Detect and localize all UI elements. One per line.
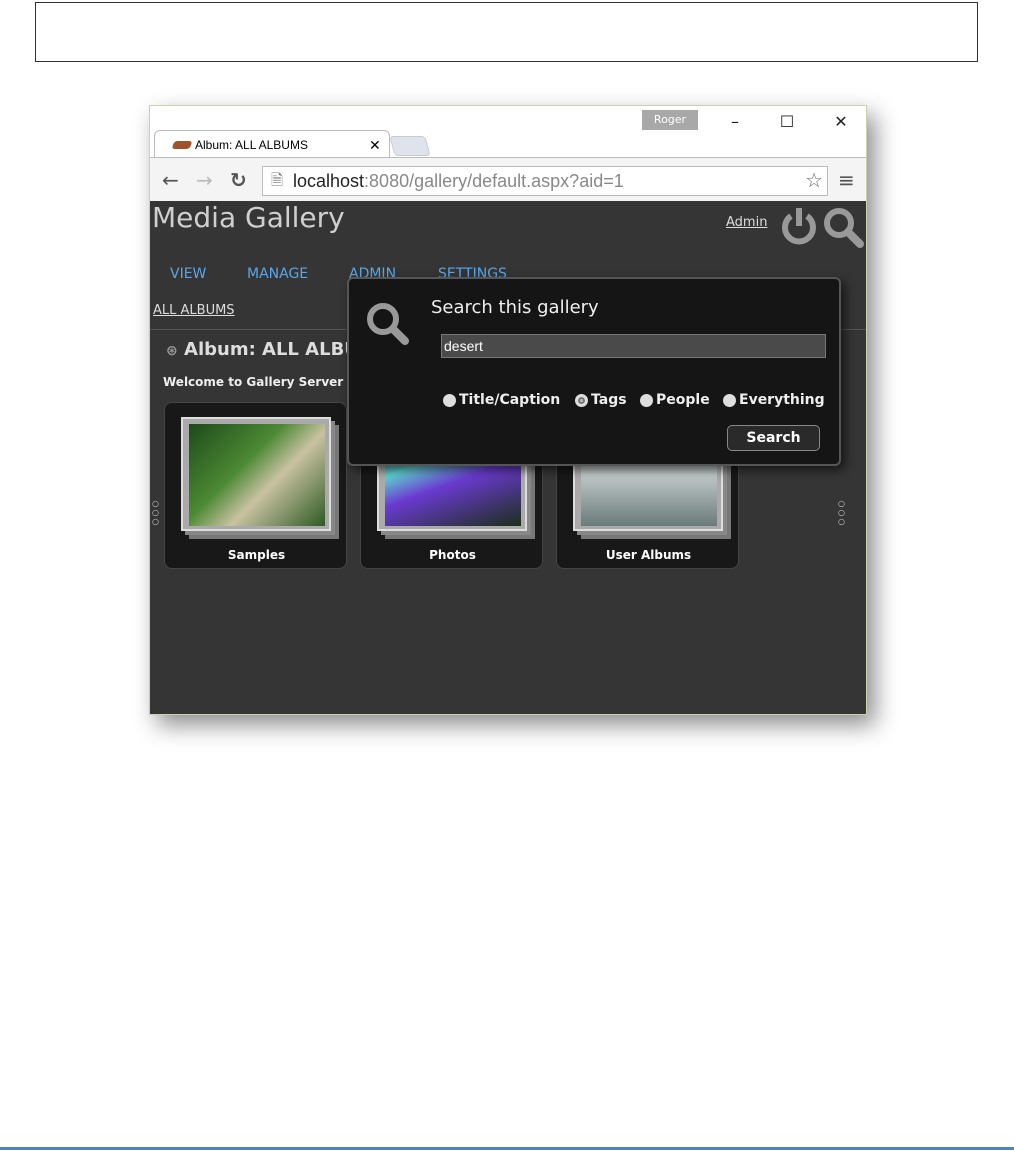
tab-close-icon[interactable]: ✕ — [369, 131, 381, 159]
back-icon[interactable]: ← — [162, 168, 179, 192]
gallery-page: Media Gallery Admin VIEW MANAGE ADMIN SE… — [150, 201, 866, 714]
search-input[interactable]: desert — [441, 334, 826, 358]
forward-icon[interactable]: → — [196, 168, 213, 192]
logout-power-icon[interactable] — [780, 206, 818, 246]
album-card[interactable]: Samples — [164, 402, 347, 569]
radio-everything[interactable]: Everything — [723, 392, 825, 408]
search-button[interactable]: Search — [727, 425, 820, 451]
close-window-button[interactable]: ✕ — [826, 112, 856, 131]
breadcrumb[interactable]: ALL ALBUMS — [153, 303, 235, 318]
menu-view[interactable]: VIEW — [170, 266, 206, 282]
radio-tags[interactable]: Tags — [575, 392, 627, 408]
empty-text-box — [35, 2, 978, 62]
browser-toolbar: ← → ↻ 🗎 localhost:8080/gallery/default.a… — [150, 157, 866, 201]
album-thumbnail[interactable] — [189, 424, 325, 526]
profile-badge[interactable]: Roger — [642, 110, 698, 130]
welcome-text: Welcome to Gallery Server — [163, 375, 344, 389]
search-popup: Search this gallery desert Title/Caption… — [347, 277, 841, 466]
footer-rule — [0, 1147, 1014, 1150]
tab-title: Album: ALL ALBUMS — [195, 138, 308, 152]
minimize-button[interactable]: – — [720, 112, 750, 131]
album-caption[interactable]: Photos — [361, 548, 544, 562]
album-caption[interactable]: User Albums — [557, 548, 740, 562]
menu-icon[interactable]: ≡ — [838, 168, 855, 192]
reload-icon[interactable]: ↻ — [230, 168, 247, 192]
favicon-icon — [171, 141, 193, 149]
radio-title-caption[interactable]: Title/Caption — [443, 392, 560, 408]
scroll-left-handle[interactable]: ○ ○ ○ — [152, 499, 159, 526]
page-icon: 🗎 — [271, 172, 284, 189]
album-caption[interactable]: Samples — [165, 548, 348, 562]
scroll-right-handle[interactable]: ○ ○ ○ — [838, 499, 845, 526]
new-tab-button[interactable] — [389, 136, 431, 156]
url-path: :8080/gallery/default.aspx?aid=1 — [364, 171, 624, 191]
browser-window: Roger – ☐ ✕ Album: ALL ALBUMS ✕ ← → ↻ 🗎 … — [149, 105, 867, 715]
menu-manage[interactable]: MANAGE — [247, 266, 308, 282]
maximize-button[interactable]: ☐ — [772, 112, 802, 131]
search-icon[interactable] — [822, 206, 866, 250]
site-title: Media Gallery — [152, 201, 345, 234]
radio-people[interactable]: People — [640, 392, 710, 408]
admin-link[interactable]: Admin — [726, 215, 767, 230]
address-bar[interactable]: 🗎 localhost:8080/gallery/default.aspx?ai… — [262, 166, 828, 196]
rss-icon[interactable]: ⊛ — [166, 343, 178, 359]
browser-tab[interactable]: Album: ALL ALBUMS ✕ — [154, 130, 390, 158]
url-host: localhost — [293, 171, 365, 191]
search-title: Search this gallery — [431, 297, 599, 318]
star-icon[interactable]: ☆ — [805, 167, 823, 195]
search-icon — [367, 303, 409, 345]
